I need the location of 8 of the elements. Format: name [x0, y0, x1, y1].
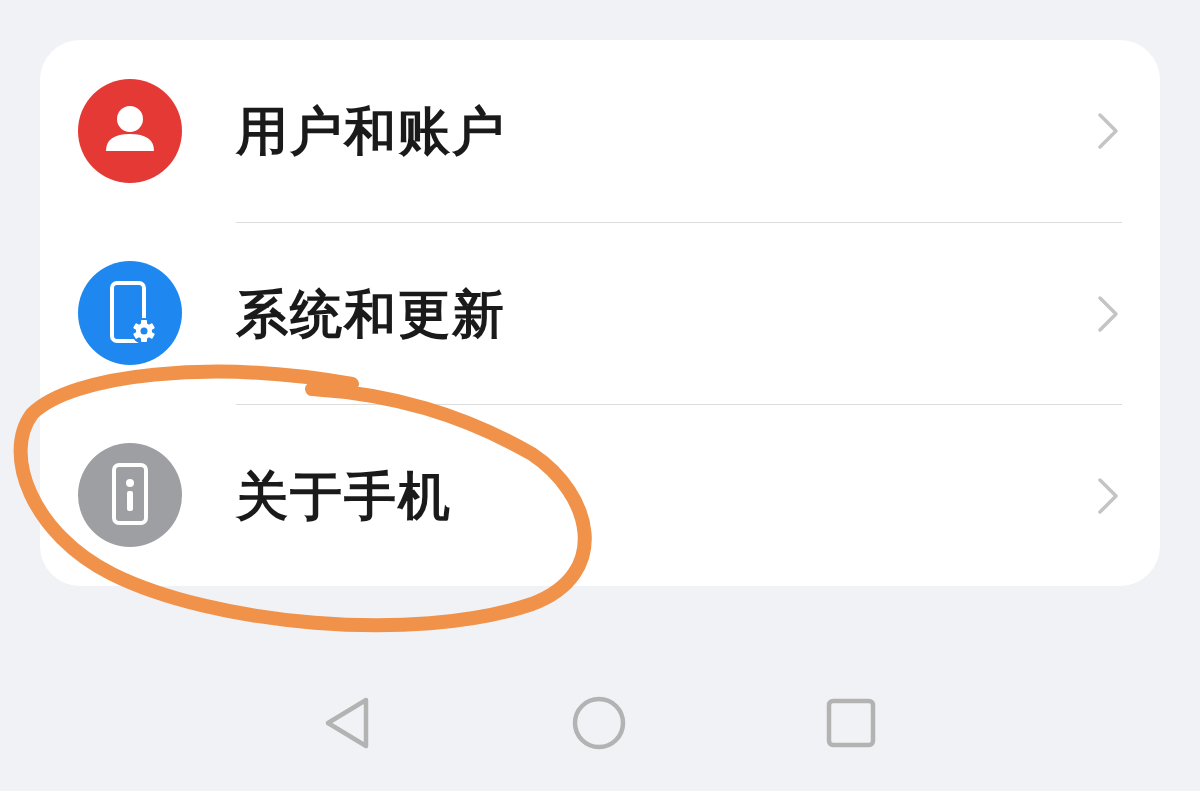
chevron-icon: [1096, 475, 1120, 516]
recents-icon[interactable]: [826, 698, 876, 748]
home-icon[interactable]: [572, 696, 626, 750]
item-label: 用户和账户: [236, 101, 507, 162]
item-label: 关于手机: [236, 465, 453, 527]
chevron-icon: [1096, 293, 1120, 334]
item-label: 系统和更新: [236, 283, 507, 345]
chevron-icon: [1096, 111, 1120, 151]
